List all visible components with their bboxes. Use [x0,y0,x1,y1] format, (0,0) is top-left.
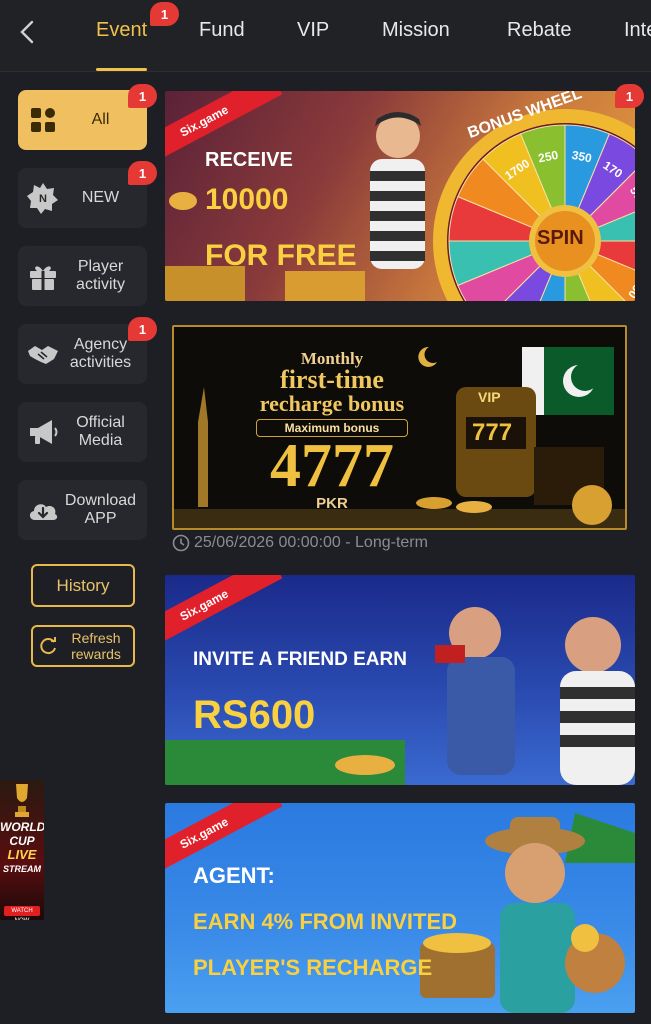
back-arrow-icon[interactable] [12,16,44,48]
banner2-amount: 4777 [270,432,394,500]
banner1-line1: RECEIVE [205,149,293,171]
tab-introduction[interactable]: Inte [624,19,651,42]
cloud-download-icon [29,504,58,520]
sidebar-item-label: Download APP [64,492,137,527]
banner3-line1: INVITE A FRIEND EARN [193,649,407,670]
worldcup-line3: LIVE [7,847,37,862]
grid-icon [31,108,55,132]
tab-fund[interactable]: Fund [199,19,245,42]
trophy-icon [15,784,29,817]
sidebar-item-player-activity[interactable]: Player activity [18,246,147,306]
clock-icon [172,534,190,552]
watch-now-label: WATCH NOW [4,906,40,920]
agent-illustration [420,813,635,1013]
worldcup-line4: STREAM [3,864,41,874]
sidebar-new-badge: 1 [128,161,157,185]
banner4-line1: AGENT: [193,863,275,888]
tab-mission[interactable]: Mission [382,19,450,42]
tab-vip[interactable]: VIP [297,19,329,42]
banner4-line2: EARN 4% FROM INVITED [193,909,458,934]
gift-icon [30,266,56,290]
banner1-line3: FOR FREE [205,239,357,272]
new-star-icon: N [27,183,58,214]
sidebar-item-official-media[interactable]: Official Media [18,402,147,462]
banner-invite-friend[interactable]: Six.game INVITE A FRIEND EARN RS600 [165,575,635,785]
refresh-rewards-label: Refresh rewards [71,630,121,662]
invite-illustration [165,607,635,785]
banner3-line2: RS600 [193,693,316,737]
sidebar-all-badge: 1 [128,84,157,108]
worldcup-line2: CUP [9,834,35,848]
history-button[interactable]: History [31,564,135,607]
worldcup-line1: WORLD [0,820,44,834]
top-tab-bar: Event Fund VIP Mission Rebate Inte [0,0,651,72]
refresh-rewards-button[interactable]: Refresh rewards [31,625,135,667]
world-cup-live-stream-ad[interactable]: WORLD CUP LIVE STREAM WATCH NOW [0,780,44,920]
active-tab-indicator [96,68,147,71]
svg-text:N: N [39,193,47,205]
slot-vip-label: VIP [478,389,501,405]
banner-monthly-recharge[interactable]: Monthly first-time recharge bonus Maximu… [172,325,627,530]
sidebar-agency-badge: 1 [128,317,157,341]
banner4-line3: PLAYER'S RECHARGE [193,955,433,980]
banner-agent[interactable]: Six.game AGENT: EARN 4% FROM INVITED PLA… [165,803,635,1013]
history-label: History [56,575,110,595]
tab-rebate[interactable]: Rebate [507,19,572,42]
refresh-icon [40,637,56,655]
banner2-title3: recharge bonus [259,391,405,416]
banner1-badge: 1 [615,84,644,108]
banner2-currency: PKR [316,495,348,512]
slot-reels: 777 [472,419,513,446]
handshake-icon [28,346,58,364]
sidebar-item-label: Official Media [76,414,125,449]
sidebar-item-label: Player activity [76,258,125,293]
banner2-date-text: 25/06/2026 00:00:00 - Long-term [194,534,428,551]
tab-event-badge: 1 [150,2,179,26]
banner2-date: 25/06/2026 00:00:00 - Long-term [172,534,428,552]
spin-label: SPIN [537,227,584,249]
sidebar-item-download-app[interactable]: Download APP [18,480,147,540]
banner-receive-free[interactable]: Six.game 1700250350170502000300070000517… [165,91,635,301]
banner1-line2: 10000 [205,183,289,216]
tab-event[interactable]: Event [96,19,147,42]
megaphone-icon [30,420,58,444]
